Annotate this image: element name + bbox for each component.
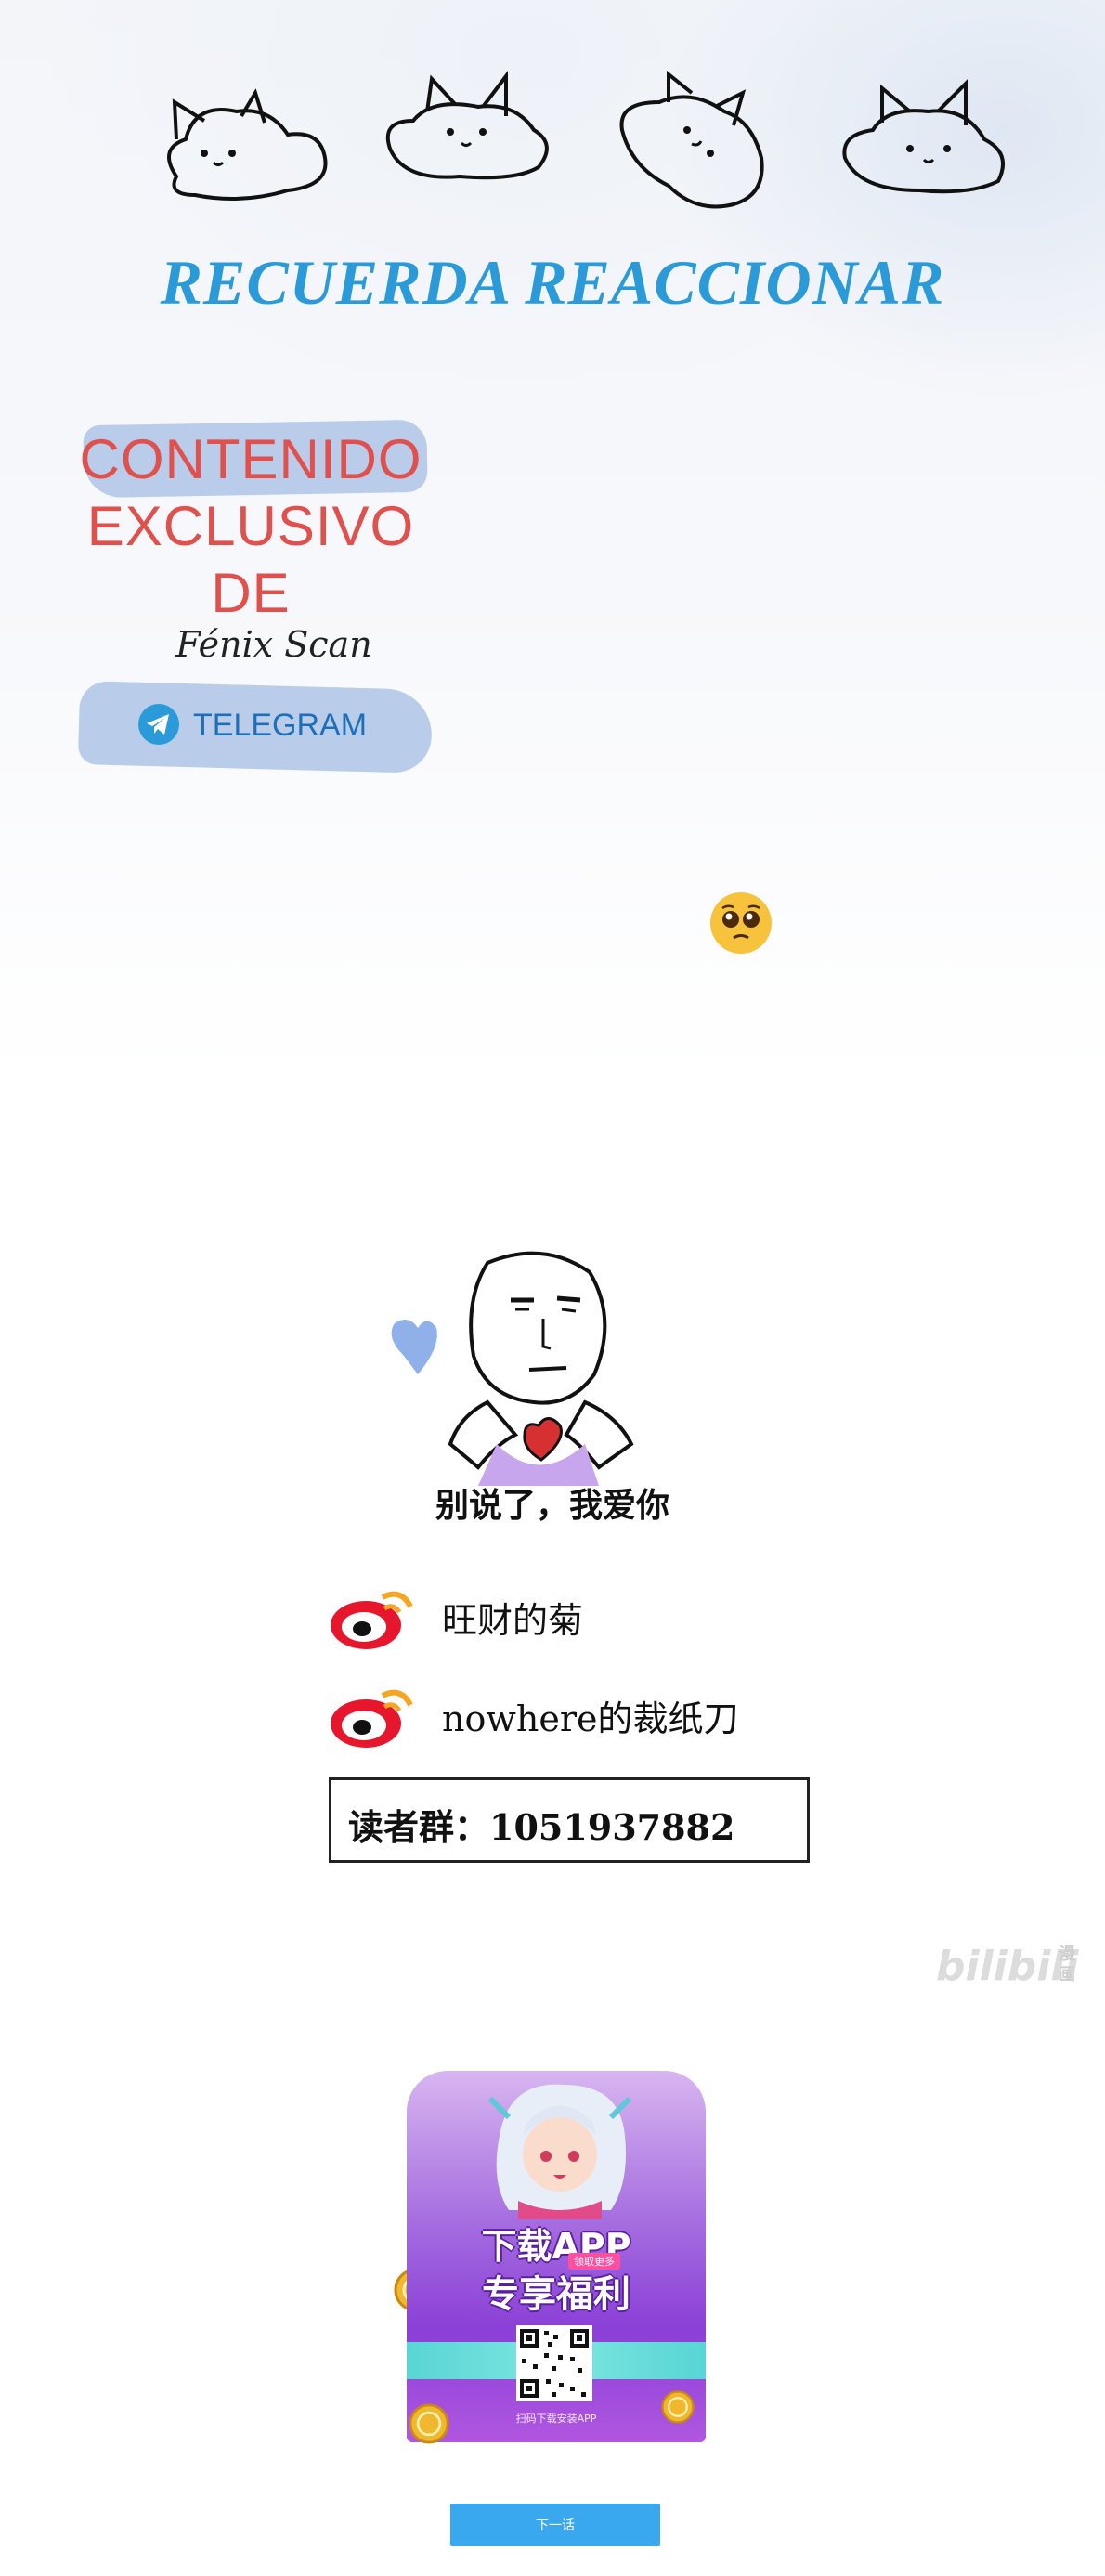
scanlator-signature: Fénix Scan — [176, 624, 372, 665]
cat-cloud-icon — [842, 79, 1005, 194]
app-title-line-1: 下载APP — [481, 2226, 631, 2267]
promo-line-2: EXCLUSIVO — [86, 495, 415, 557]
next-chapter-button[interactable]: 下一话 — [450, 2504, 660, 2546]
watermark-sub-text: 漫画 — [1059, 1945, 1075, 1984]
weibo-account-name: 旺财的菊 — [442, 1600, 584, 1641]
meme-caption: 别说了，我爱你 — [435, 1487, 670, 1525]
cat-cloud-icon — [167, 88, 328, 201]
app-title-line-2: 专享福利 — [482, 2273, 630, 2316]
promo-line-1: CONTENIDO — [79, 428, 422, 490]
coin-icon — [661, 2390, 695, 2424]
pleading-face-icon — [710, 892, 772, 954]
app-download-card[interactable]: 下载APP 领取更多 专享福利 扫码下载安装APP — [407, 2071, 706, 2442]
headline: RECUERDA REACCIONAR — [160, 247, 945, 318]
coin-icon — [409, 2403, 449, 2444]
weibo-icon[interactable] — [327, 1579, 420, 1653]
reader-group-box: 读者群：1051937882 — [329, 1777, 810, 1863]
weibo-account-name: nowhere的裁纸刀 — [442, 1698, 739, 1739]
promo-line-3: DE — [211, 562, 291, 624]
cat-cloud-icon — [385, 71, 549, 180]
weibo-icon[interactable] — [327, 1677, 420, 1751]
meme-face-heart-illustration — [391, 1251, 634, 1486]
bilibili-watermark: bilibili 漫画 — [936, 1943, 1094, 1998]
exclusive-content-promo: CONTENIDO EXCLUSIVO DE Fénix Scan TELEGR… — [74, 418, 446, 780]
qr-code-icon[interactable] — [516, 2325, 592, 2401]
telegram-label[interactable]: TELEGRAM — [193, 708, 367, 744]
anime-character-illustration — [488, 2084, 632, 2219]
cat-doodle-row — [149, 65, 1021, 241]
telegram-icon — [138, 704, 179, 745]
reader-group-number: 读者群：1051937882 — [348, 1806, 735, 1848]
cat-cloud-icon — [619, 70, 764, 209]
watermark-logo-text: bilibili — [936, 1943, 1079, 1990]
